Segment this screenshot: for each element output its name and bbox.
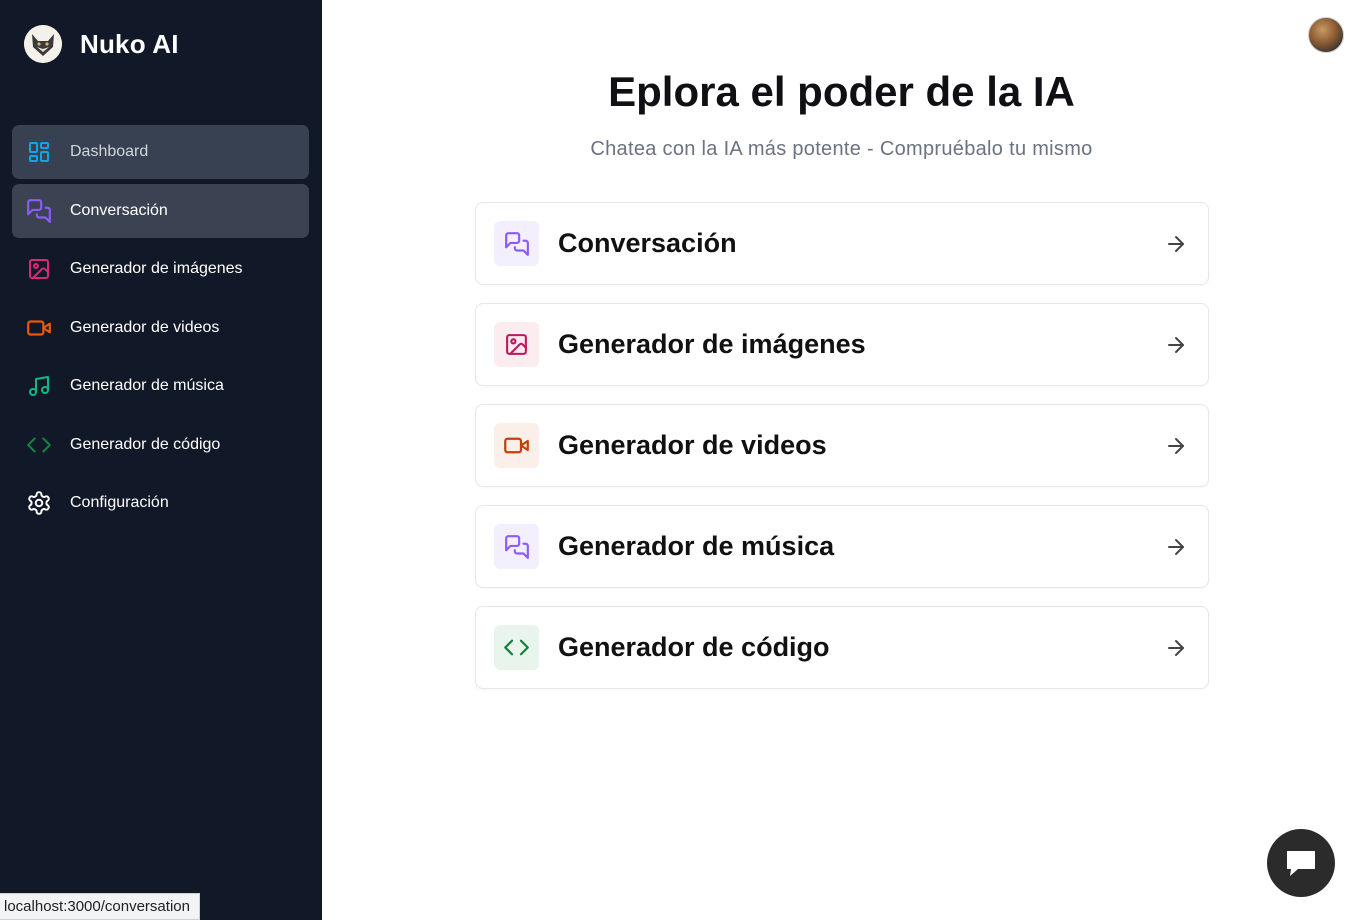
page-title: Eplora el poder de la IA (608, 68, 1075, 115)
chat-bubble-icon (1287, 851, 1315, 876)
sidebar-item-label: Generador de imágenes (70, 260, 243, 277)
tool-card-conversation[interactable]: Conversación (475, 202, 1209, 285)
sidebar-item-label: Configuración (70, 494, 169, 511)
tool-card-code-generator[interactable]: Generador de código (475, 606, 1209, 689)
tool-card-label: Generador de videos (558, 430, 827, 460)
image-icon (494, 322, 539, 367)
message-square-icon (494, 221, 539, 266)
sidebar-item-dashboard[interactable]: Dashboard (12, 125, 309, 179)
sidebar-item-label: Generador de música (70, 377, 224, 394)
status-bar-url: localhost:3000/conversation (0, 893, 200, 920)
tool-card-music-generator[interactable]: Generador de música (475, 505, 1209, 588)
sidebar-item-code-generator[interactable]: Generador de código (12, 418, 309, 472)
brand-name: Nuko AI (80, 28, 179, 59)
sidebar-item-image-generator[interactable]: Generador de imágenes (12, 242, 309, 296)
sidebar-item-label: Conversación (70, 201, 168, 219)
arrow-right-icon (1168, 236, 1184, 252)
sidebar-nav: Dashboard Conversación Generador de imág… (12, 125, 309, 535)
user-avatar[interactable] (1308, 17, 1344, 53)
tool-card-video-generator[interactable]: Generador de videos (475, 404, 1209, 487)
tool-cards: Conversación Generador de imágenes Gener… (475, 202, 1209, 707)
video-icon (494, 423, 539, 468)
sidebar-item-music-generator[interactable]: Generador de música (12, 359, 309, 413)
arrow-right-icon (1168, 337, 1184, 353)
sidebar-item-conversation[interactable]: Conversación (12, 183, 309, 238)
fox-logo-icon (24, 25, 62, 63)
sidebar-item-video-generator[interactable]: Generador de videos (12, 301, 309, 355)
arrow-right-icon (1168, 640, 1184, 656)
code-icon (494, 625, 539, 670)
tool-card-label: Generador de código (558, 632, 830, 662)
code-icon (25, 431, 52, 458)
sidebar: Nuko AI Dashboard Conversación Generador… (0, 0, 322, 920)
tool-card-label: Generador de imágenes (558, 329, 866, 359)
sidebar-item-label: Generador de código (70, 435, 221, 453)
message-square-icon (25, 197, 52, 224)
image-icon (25, 256, 52, 283)
tool-card-label: Generador de música (558, 531, 835, 561)
page-subtitle: Chatea con la IA más potente - Compruéba… (590, 138, 1093, 160)
sidebar-item-label: Dashboard (70, 143, 149, 160)
video-icon (25, 314, 52, 341)
tool-card-image-generator[interactable]: Generador de imágenes (475, 303, 1209, 386)
message-square-icon (494, 524, 539, 569)
sidebar-item-settings[interactable]: Configuración (12, 476, 309, 530)
chat-widget-button[interactable] (1267, 829, 1335, 897)
main-content: Eplora el poder de la IA Chatea con la I… (322, 0, 1361, 920)
sidebar-item-label: Generador de videos (70, 318, 220, 336)
music-icon (25, 373, 52, 400)
dashboard-icon (25, 139, 52, 166)
arrow-right-icon (1168, 438, 1184, 454)
settings-icon (25, 490, 52, 517)
arrow-right-icon (1168, 539, 1184, 555)
brand[interactable]: Nuko AI (24, 25, 179, 63)
tool-card-label: Conversación (558, 228, 737, 258)
